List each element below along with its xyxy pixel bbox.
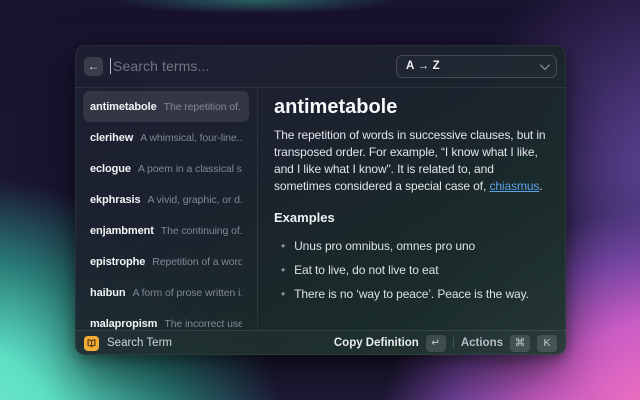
detail-title: antimetabole <box>274 96 550 118</box>
open-book-icon <box>84 336 99 351</box>
statusbar-actions: Copy Definition ↵ Actions ⌘ K <box>334 335 557 352</box>
example-text: There is no ‘way to peace’. Peace is the… <box>294 282 529 306</box>
term-label: ekphrasis <box>90 194 140 206</box>
definition-text: The repetition of words in successive cl… <box>274 127 550 195</box>
term-summary: The continuing of... <box>161 225 242 237</box>
sort-dropdown-value: A → Z <box>406 60 440 72</box>
list-item-enjambment[interactable]: enjambment The continuing of... <box>83 215 249 246</box>
examples-heading: Examples <box>274 210 550 225</box>
list-item-clerihew[interactable]: clerihew A whimsical, four-line... <box>83 122 249 153</box>
detail-pane: antimetabole The repetition of words in … <box>258 88 566 330</box>
command-key-icon: ⌘ <box>510 335 530 352</box>
copy-definition-button[interactable]: Copy Definition ↵ <box>334 335 446 352</box>
bullet-icon: • <box>281 282 285 306</box>
list-item-epistrophe[interactable]: epistrophe Repetition of a word... <box>83 246 249 277</box>
list-item-eclogue[interactable]: eclogue A poem in a classical s... <box>83 153 249 184</box>
app-name: Search Term <box>107 337 172 349</box>
list-item-antimetabole[interactable]: antimetabole The repetition of... <box>83 91 249 122</box>
launcher-window: ← Search terms... A → Z antimetabole The… <box>75 45 566 355</box>
term-label: epistrophe <box>90 256 145 268</box>
term-label: haibun <box>90 287 125 299</box>
definition-after-link: . <box>539 179 542 193</box>
search-bar: ← Search terms... A → Z <box>75 45 566 88</box>
list-item-ekphrasis[interactable]: ekphrasis A vivid, graphic, or d... <box>83 184 249 215</box>
example-item: • Unus pro omnibus, omnes pro uno <box>274 234 550 258</box>
example-text: Unus pro omnibus, omnes pro uno <box>294 234 475 258</box>
bullet-icon: • <box>281 258 285 282</box>
chevron-down-icon <box>540 60 550 70</box>
actions-button[interactable]: Actions ⌘ K <box>461 335 557 352</box>
return-key-icon: ↵ <box>426 335 446 352</box>
chiasmus-link[interactable]: chiasmus <box>489 179 539 193</box>
actions-label: Actions <box>461 337 503 349</box>
term-summary: A whimsical, four-line... <box>140 132 242 144</box>
list-item-haibun[interactable]: haibun A form of prose written i... <box>83 277 249 308</box>
status-bar: Search Term Copy Definition ↵ Actions ⌘ … <box>75 330 566 355</box>
term-label: antimetabole <box>90 101 157 113</box>
copy-definition-label: Copy Definition <box>334 337 419 349</box>
term-label: enjambment <box>90 225 154 237</box>
term-summary: Repetition of a word... <box>152 256 242 268</box>
back-button[interactable]: ← <box>84 57 103 76</box>
term-summary: The incorrect use... <box>164 318 242 330</box>
back-arrow-icon: ← <box>88 59 100 73</box>
term-summary: A form of prose written i... <box>132 287 242 299</box>
term-summary: The repetition of... <box>164 101 242 113</box>
search-input[interactable]: Search terms... <box>110 45 389 87</box>
term-label: eclogue <box>90 163 131 175</box>
term-summary: A vivid, graphic, or d... <box>147 194 242 206</box>
main-split: antimetabole The repetition of... clerih… <box>75 88 566 330</box>
term-label: malapropism <box>90 318 157 330</box>
terms-list: antimetabole The repetition of... clerih… <box>75 88 258 330</box>
example-item: • There is no ‘way to peace’. Peace is t… <box>274 282 550 306</box>
term-summary: A poem in a classical s... <box>138 163 242 175</box>
list-item-malapropism[interactable]: malapropism The incorrect use... <box>83 308 249 330</box>
statusbar-divider <box>453 337 454 349</box>
search-placeholder: Search terms... <box>113 58 209 74</box>
example-text: Eat to live, do not live to eat <box>294 258 438 282</box>
k-key-icon: K <box>537 335 557 352</box>
text-cursor <box>110 58 111 74</box>
sort-dropdown[interactable]: A → Z <box>396 55 557 78</box>
term-label: clerihew <box>90 132 133 144</box>
bullet-icon: • <box>281 234 285 258</box>
example-item: • Eat to live, do not live to eat <box>274 258 550 282</box>
